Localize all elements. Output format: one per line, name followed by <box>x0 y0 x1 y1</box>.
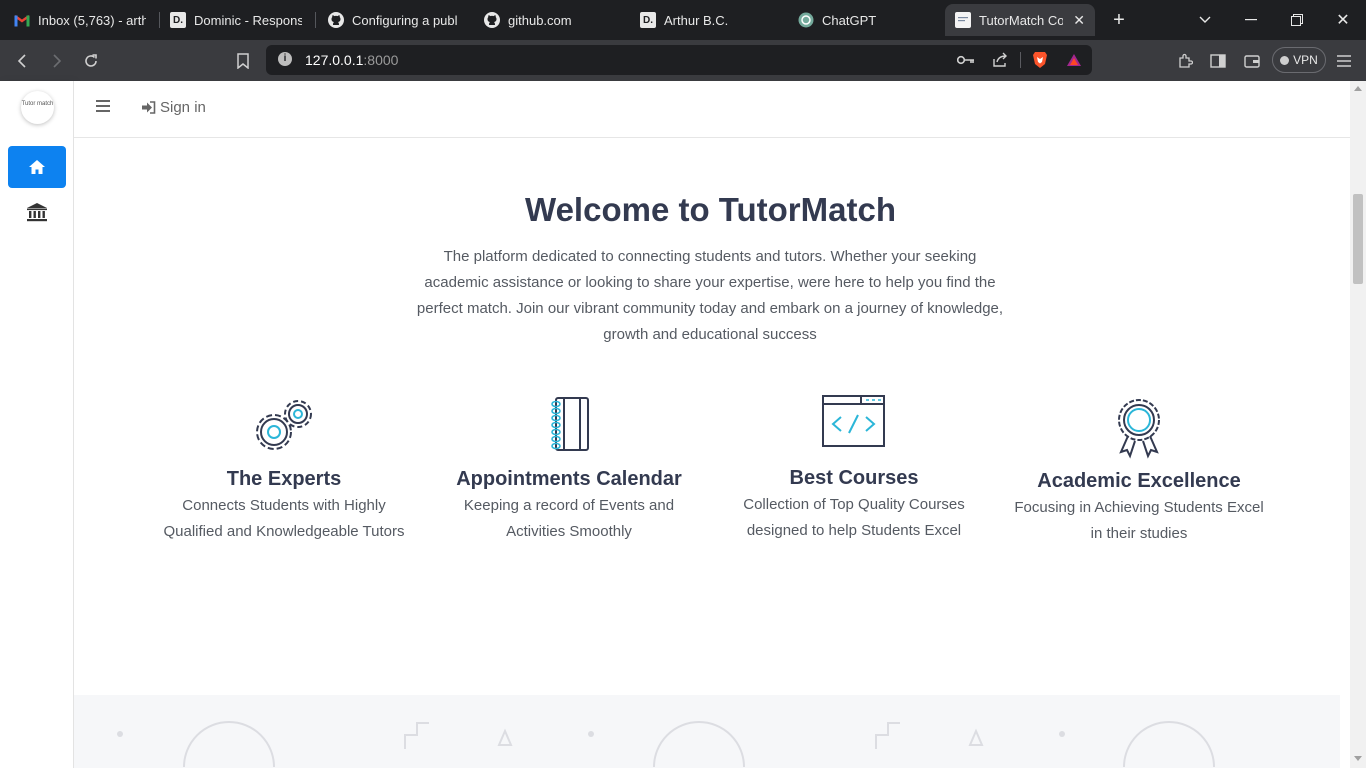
home-icon <box>29 160 45 174</box>
browser-tab-bar: Inbox (5,763) - arthur D. Dominic - Resp… <box>0 0 1366 40</box>
page-viewport: Tutor match Sign in Welcome to TutorMatc… <box>0 81 1366 768</box>
vpn-status-icon <box>1280 55 1290 65</box>
minimize-button[interactable] <box>1239 8 1263 32</box>
scrollbar-thumb[interactable] <box>1353 194 1363 284</box>
sign-in-label: Sign in <box>160 99 206 116</box>
brave-shields-icon[interactable] <box>1028 48 1052 72</box>
notebook-icon <box>534 394 604 458</box>
tab-title: Configuring a publish <box>352 12 458 28</box>
feature-card-courses: Best Courses Collection of Top Quality C… <box>724 393 984 544</box>
feature-title: Academic Excellence <box>1037 470 1241 492</box>
back-icon[interactable] <box>10 49 34 73</box>
sidebar-item-home[interactable] <box>8 146 66 188</box>
wallet-icon[interactable] <box>1240 49 1264 73</box>
tab-separator <box>315 12 316 28</box>
omnibox-divider <box>1020 52 1021 68</box>
tab-title: Arthur B.C. <box>664 12 729 28</box>
sidebar-toggle-icon[interactable] <box>1206 49 1230 73</box>
browser-tab-github[interactable]: github.com <box>474 4 624 36</box>
restore-button[interactable] <box>1285 8 1309 32</box>
close-tab-icon[interactable]: ✕ <box>1073 12 1085 29</box>
feature-text: Keeping a record of Events and Activitie… <box>463 497 675 540</box>
app-logo[interactable]: Tutor match <box>21 91 54 124</box>
browser-tab-configuring[interactable]: Configuring a publish <box>318 4 468 36</box>
scroll-up-icon[interactable] <box>1354 86 1362 91</box>
tab-title: github.com <box>508 12 572 28</box>
dev-icon: D. <box>170 12 186 28</box>
github-icon <box>484 12 500 28</box>
browser-tab-dominic[interactable]: D. Dominic - Responsive <box>160 4 312 36</box>
menu-icon[interactable] <box>1332 49 1356 73</box>
tab-search-chevron-icon[interactable] <box>1193 8 1217 32</box>
tab-title: Dominic - Responsive <box>194 12 302 28</box>
page-scrollbar[interactable] <box>1350 81 1366 768</box>
feature-title: Best Courses <box>789 467 919 489</box>
sidebar-item-institutions[interactable] <box>8 194 66 230</box>
institution-icon <box>27 203 47 222</box>
bookmark-icon[interactable] <box>231 49 255 73</box>
brave-rewards-icon[interactable] <box>1062 48 1086 72</box>
award-icon <box>1104 396 1174 460</box>
address-bar[interactable]: i 127.0.0.1:8000 <box>266 45 1092 75</box>
tab-title: Inbox (5,763) - arthur <box>38 12 146 28</box>
top-navbar: Sign in <box>74 81 1350 138</box>
extensions-icon[interactable] <box>1173 49 1197 73</box>
vpn-button[interactable]: VPN <box>1272 47 1326 73</box>
close-window-button[interactable]: ✕ <box>1331 8 1355 32</box>
dev-icon: D. <box>640 12 656 28</box>
gears-icon <box>249 394 319 458</box>
feature-text: Collection of Top Quality Courses design… <box>743 496 965 539</box>
reload-icon[interactable] <box>79 49 103 73</box>
sign-in-icon <box>142 101 156 114</box>
vpn-label: VPN <box>1293 53 1318 67</box>
tab-title: ChatGPT <box>822 12 877 28</box>
scroll-down-icon[interactable] <box>1354 756 1362 761</box>
browser-tab-gmail[interactable]: Inbox (5,763) - arthur <box>4 4 156 36</box>
key-icon[interactable] <box>954 48 978 72</box>
feature-card-experts: The Experts Connects Students with Highl… <box>154 394 414 545</box>
app-sidebar: Tutor match <box>0 81 74 768</box>
gmail-icon <box>14 12 30 28</box>
browser-tab-tutormatch[interactable]: TutorMatch Cou ✕ <box>945 4 1095 36</box>
main-content: Welcome to TutorMatch The platform dedic… <box>74 138 1340 695</box>
decorative-pattern-section <box>74 695 1340 768</box>
site-info-icon[interactable]: i <box>278 52 292 66</box>
feature-title: The Experts <box>226 468 342 490</box>
url-text: 127.0.0.1:8000 <box>305 52 398 68</box>
new-tab-button[interactable]: + <box>1107 8 1131 32</box>
chatgpt-icon <box>798 12 814 28</box>
feature-title: Appointments Calendar <box>456 468 682 490</box>
feature-card-calendar: Appointments Calendar Keeping a record o… <box>439 394 699 545</box>
forward-icon[interactable] <box>45 49 69 73</box>
hero-description: The platform dedicated to connecting stu… <box>416 248 1004 343</box>
feature-text: Connects Students with Highly Qualified … <box>163 497 405 540</box>
browser-toolbar: i 127.0.0.1:8000 VPN <box>0 40 1366 81</box>
share-icon[interactable] <box>988 48 1012 72</box>
tab-title: TutorMatch Cou <box>979 12 1064 28</box>
feature-card-excellence: Academic Excellence Focusing in Achievin… <box>1009 396 1269 547</box>
browser-tab-arthur[interactable]: D. Arthur B.C. <box>630 4 780 36</box>
pattern-shapes <box>117 721 1215 768</box>
browser-tab-chatgpt[interactable]: ChatGPT <box>788 4 938 36</box>
url-port: :8000 <box>363 52 399 68</box>
page-icon <box>955 12 971 28</box>
code-window-icon <box>819 393 889 457</box>
page-title: Welcome to TutorMatch <box>525 191 896 228</box>
feature-text: Focusing in Achieving Students Excel in … <box>1014 499 1264 542</box>
sign-in-link[interactable]: Sign in <box>141 99 206 116</box>
github-icon <box>328 12 344 28</box>
hamburger-menu-icon[interactable] <box>96 100 110 114</box>
url-host: 127.0.0.1 <box>305 52 364 68</box>
